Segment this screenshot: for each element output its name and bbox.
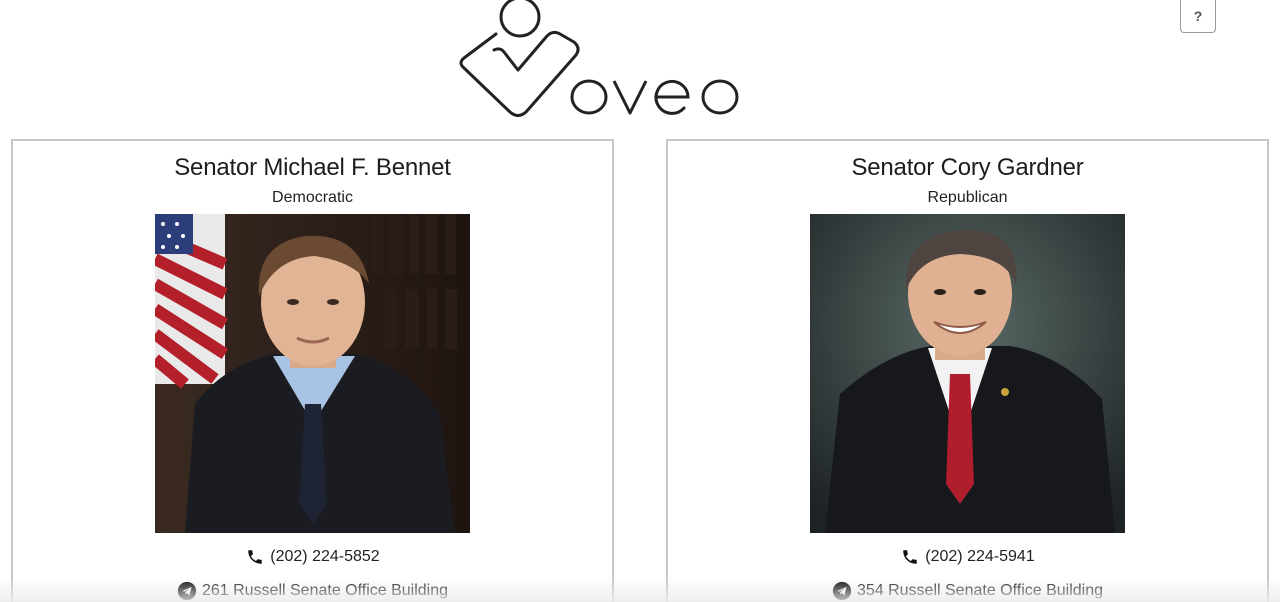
office-row[interactable]: 261 Russell Senate Office Building xyxy=(13,581,612,601)
phone-row[interactable]: (202) 224-5941 xyxy=(668,547,1267,567)
header: ? xyxy=(0,0,1280,135)
send-icon xyxy=(177,581,197,601)
phone-icon xyxy=(900,547,920,567)
office-row[interactable]: 354 Russell Senate Office Building xyxy=(668,581,1267,601)
phone-number[interactable]: (202) 224-5852 xyxy=(270,548,379,566)
portrait-illustration xyxy=(810,214,1125,533)
senator-card: Senator Cory Gardner Republican (202) 22… xyxy=(666,139,1269,602)
senator-photo xyxy=(155,214,470,533)
senator-card: Senator Michael F. Bennet Democratic (20… xyxy=(11,139,614,602)
office-address[interactable]: 354 Russell Senate Office Building xyxy=(857,582,1103,600)
voveo-logo[interactable] xyxy=(458,0,748,122)
portrait-illustration xyxy=(155,214,470,533)
phone-icon xyxy=(245,547,265,567)
voveo-logo-mark xyxy=(459,0,739,117)
question-icon: ? xyxy=(1193,8,1203,24)
senator-party: Republican xyxy=(927,189,1008,206)
senator-photo xyxy=(810,214,1125,533)
senator-party: Democratic xyxy=(272,189,353,206)
send-icon xyxy=(832,581,852,601)
help-button[interactable]: ? xyxy=(1180,0,1216,33)
senator-name: Senator Cory Gardner xyxy=(851,154,1084,181)
senator-name: Senator Michael F. Bennet xyxy=(174,154,451,181)
phone-row[interactable]: (202) 224-5852 xyxy=(13,547,612,567)
phone-number[interactable]: (202) 224-5941 xyxy=(925,548,1034,566)
office-address[interactable]: 261 Russell Senate Office Building xyxy=(202,582,448,600)
